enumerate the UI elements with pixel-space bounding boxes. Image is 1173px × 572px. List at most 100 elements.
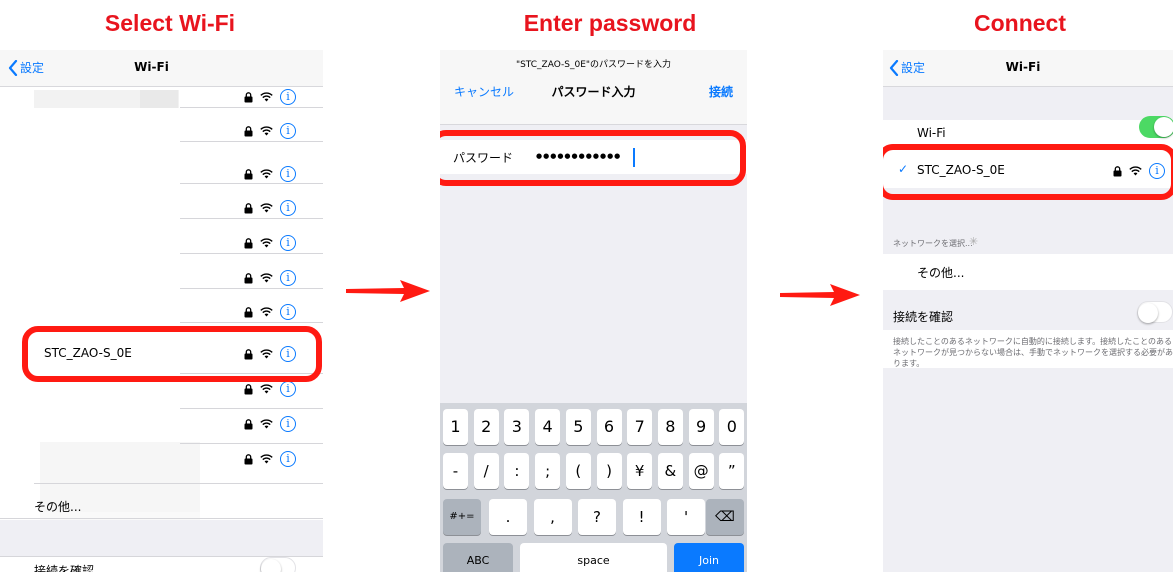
ask-to-join-toggle[interactable] xyxy=(260,557,296,572)
choose-network-label: ネットワークを選択... xyxy=(893,239,973,248)
key-punct[interactable]: ! xyxy=(622,499,661,535)
key-symbol[interactable]: ) xyxy=(596,453,622,489)
key-symbol[interactable]: ; xyxy=(535,453,561,489)
info-icon[interactable]: i xyxy=(280,235,296,251)
key-symbol[interactable]: - xyxy=(443,453,468,489)
wifi-toggle[interactable] xyxy=(1139,116,1173,138)
key-symbol[interactable]: @ xyxy=(688,453,714,489)
wifi-icon xyxy=(260,92,273,102)
info-icon[interactable]: i xyxy=(280,89,296,105)
more-symbols-key[interactable]: #+= xyxy=(443,499,481,535)
wifi-icon xyxy=(260,307,273,317)
wifi-icon xyxy=(260,169,273,179)
key-punct[interactable]: ? xyxy=(578,499,616,535)
key-4[interactable]: 5 xyxy=(565,409,591,445)
lock-icon xyxy=(244,272,253,283)
network-icons: i xyxy=(244,200,296,216)
key-0[interactable]: 1 xyxy=(443,409,468,445)
network-icons: i xyxy=(244,381,296,397)
info-icon[interactable]: i xyxy=(280,304,296,320)
step-title-password: Enter password xyxy=(523,10,697,36)
wifi-icon xyxy=(260,273,273,283)
lock-icon xyxy=(244,418,253,429)
network-icons: i xyxy=(244,451,296,467)
phone-enter-password: "STC_ZAO-S_0E"のパスワードを入力 キャンセル パスワード入力 接続… xyxy=(440,50,747,572)
info-icon[interactable]: i xyxy=(280,451,296,467)
network-icons: i xyxy=(244,166,296,182)
abc-key[interactable]: ABC xyxy=(443,543,513,572)
phone-select-wifi: 設定 Wi-Fi iiiiiiiiiii STC_ZAO-S_0E その他...… xyxy=(0,50,323,572)
key-punct[interactable]: . xyxy=(489,499,527,535)
wifi-icon xyxy=(260,203,273,213)
nav-title: Wi-Fi xyxy=(1005,60,1041,74)
step-title-select: Select Wi-Fi xyxy=(104,10,236,36)
loading-spinner-icon: ✳ xyxy=(969,235,979,248)
key-7[interactable]: 8 xyxy=(657,409,683,445)
arrow-right-icon xyxy=(346,280,430,302)
key-5[interactable]: 6 xyxy=(596,409,622,445)
info-icon[interactable]: i xyxy=(280,381,296,397)
info-icon[interactable]: i xyxy=(280,416,296,432)
network-icons: i xyxy=(244,304,296,320)
info-icon[interactable]: i xyxy=(280,200,296,216)
key-1[interactable]: 2 xyxy=(473,409,499,445)
lock-icon xyxy=(244,237,253,248)
key-symbol[interactable]: ¥ xyxy=(627,453,653,489)
network-icons: i xyxy=(244,416,296,432)
highlight-box xyxy=(883,144,1173,200)
section-gap xyxy=(0,520,323,556)
ask-to-join-description: 接続したことのあるネットワークに自動的に接続します。接続したことのあるネットワー… xyxy=(893,337,1173,368)
blurred-network-name xyxy=(140,90,178,108)
lock-icon xyxy=(244,91,253,102)
wifi-icon xyxy=(260,238,273,248)
key-3[interactable]: 4 xyxy=(535,409,561,445)
key-punct[interactable]: ' xyxy=(667,499,705,535)
key-punct[interactable]: , xyxy=(533,499,572,535)
ask-to-join-label: 接続を確認 xyxy=(34,564,95,572)
info-icon[interactable]: i xyxy=(280,270,296,286)
key-8[interactable]: 9 xyxy=(688,409,714,445)
navbar: 設定 Wi-Fi xyxy=(883,50,1173,87)
wifi-label: Wi-Fi xyxy=(917,126,946,140)
lock-icon xyxy=(244,125,253,136)
network-icons: i xyxy=(244,270,296,286)
key-6[interactable]: 7 xyxy=(627,409,653,445)
space-key[interactable]: space xyxy=(520,543,667,572)
password-prompt: "STC_ZAO-S_0E"のパスワードを入力 xyxy=(515,60,672,70)
navbar: 設定 Wi-Fi xyxy=(0,50,323,87)
lock-icon xyxy=(244,306,253,317)
nav-title: Wi-Fi xyxy=(134,60,169,74)
key-symbol[interactable]: : xyxy=(504,453,530,489)
lock-icon xyxy=(244,453,253,464)
arrow-right-icon xyxy=(780,284,860,306)
password-title: パスワード入力 xyxy=(551,85,636,99)
join-key[interactable]: Join xyxy=(674,543,744,572)
password-header: "STC_ZAO-S_0E"のパスワードを入力 キャンセル パスワード入力 接続 xyxy=(440,50,747,125)
network-icons: i xyxy=(244,235,296,251)
info-icon[interactable]: i xyxy=(280,123,296,139)
step-title-connect: Connect xyxy=(974,10,1066,36)
wifi-icon xyxy=(260,419,273,429)
lock-icon xyxy=(244,202,253,213)
key-symbol[interactable]: ( xyxy=(565,453,591,489)
info-icon[interactable]: i xyxy=(280,166,296,182)
highlight-box xyxy=(440,130,746,186)
other-networks-item: その他... xyxy=(917,266,965,280)
network-icons: i xyxy=(244,123,296,139)
key-symbol[interactable]: / xyxy=(473,453,499,489)
network-icons: i xyxy=(244,89,296,105)
key-symbol[interactable]: ” xyxy=(719,453,745,489)
key-9[interactable]: 0 xyxy=(719,409,745,445)
phone-connected: 設定 Wi-Fi Wi-Fi ✓ STC_ZAO-S_0E i ネットワークを選… xyxy=(883,50,1173,572)
lock-icon xyxy=(244,383,253,394)
other-networks-item[interactable]: その他... xyxy=(34,498,81,515)
highlight-box xyxy=(22,326,322,382)
ask-to-join-toggle[interactable] xyxy=(1137,301,1173,323)
ask-to-join-label: 接続を確認 xyxy=(893,310,954,324)
join-button[interactable]: 接続 xyxy=(709,83,733,100)
key-2[interactable]: 3 xyxy=(504,409,530,445)
key-symbol[interactable]: & xyxy=(657,453,683,489)
delete-key[interactable]: ⌫ xyxy=(706,499,744,535)
lock-icon xyxy=(244,168,253,179)
wifi-icon xyxy=(260,126,273,136)
